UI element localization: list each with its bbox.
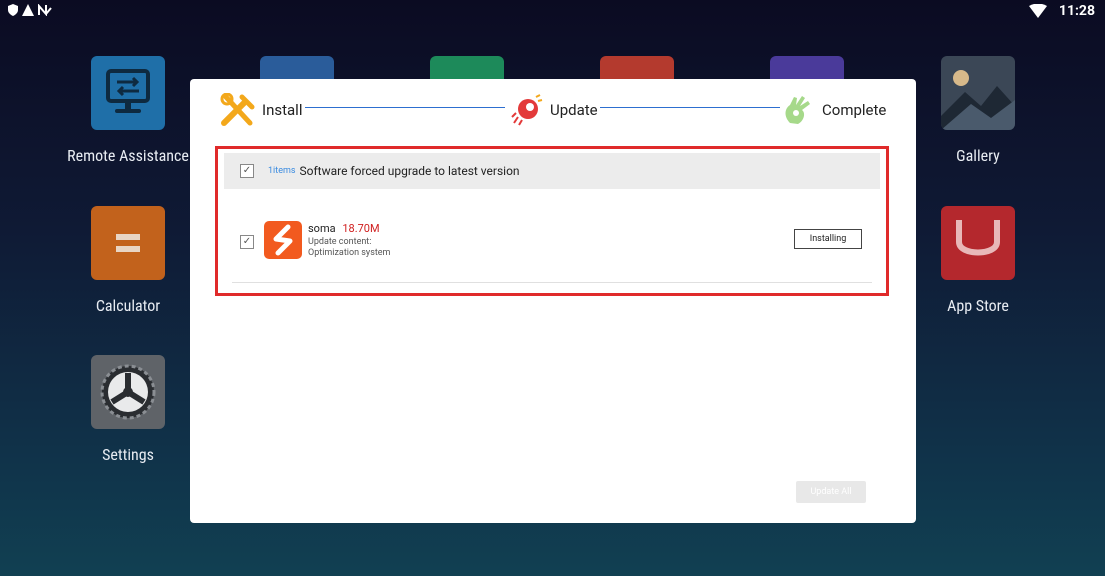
list-item: ✓ soma 18.70M Update content: Optimizati… xyxy=(224,221,880,261)
calculator-icon xyxy=(91,206,165,280)
check-icon: ✓ xyxy=(242,165,252,176)
step-update: Update xyxy=(510,93,598,127)
step-complete: Complete xyxy=(782,93,886,127)
app-app-store[interactable]: App Store xyxy=(908,206,1048,315)
rocket-icon xyxy=(511,94,543,126)
step-install: Install xyxy=(220,93,302,127)
app-store-icon xyxy=(941,206,1015,280)
select-all-checkbox[interactable]: ✓ xyxy=(240,164,254,178)
ok-hand-icon xyxy=(785,96,810,124)
step-connector xyxy=(305,107,505,108)
check-icon: ✓ xyxy=(242,236,252,247)
hidden-app-icon xyxy=(600,56,674,80)
item-checkbox[interactable]: ✓ xyxy=(240,235,254,249)
progress-stepper: Install Update Complete xyxy=(190,79,916,139)
installing-button[interactable]: Installing xyxy=(794,229,862,249)
divider xyxy=(232,282,872,283)
hidden-app-icon xyxy=(770,56,844,80)
app-label: Calculator xyxy=(95,296,161,315)
soma-app-icon xyxy=(264,221,302,259)
clock: 11:28 xyxy=(1058,3,1095,19)
update-content-text: Optimization system xyxy=(308,248,391,258)
list-header: ✓ 1items Software forced upgrade to late… xyxy=(224,153,880,189)
app-label: App Store xyxy=(947,296,1009,315)
update-list-highlight: ✓ 1items Software forced upgrade to late… xyxy=(215,146,889,296)
app-calculator[interactable]: Calculator xyxy=(58,206,198,315)
remote-desktop-icon xyxy=(91,56,165,130)
step-label: Complete xyxy=(822,101,887,119)
notification-icons xyxy=(8,4,52,16)
app-gallery[interactable]: Gallery xyxy=(908,56,1048,165)
app-size: 18.70M xyxy=(342,222,380,235)
app-remote-assistance[interactable]: Remote Assistance xyxy=(58,56,198,165)
app-name: soma xyxy=(308,222,336,235)
step-label: Install xyxy=(262,101,303,119)
app-name-line: soma 18.70M xyxy=(308,222,380,235)
wifi-icon xyxy=(1028,4,1047,18)
network-n-icon xyxy=(38,4,52,16)
app-label: Gallery xyxy=(956,146,1000,165)
step-label: Update xyxy=(550,101,598,119)
update-all-button[interactable]: Update All xyxy=(796,481,866,503)
list-header-text: Software forced upgrade to latest versio… xyxy=(299,164,520,178)
shield-icon xyxy=(8,4,18,16)
hidden-app-icon xyxy=(260,56,334,80)
gallery-icon xyxy=(941,56,1015,130)
hidden-app-icon xyxy=(430,56,504,80)
app-label: Remote Assistance xyxy=(67,146,189,165)
tools-icon xyxy=(220,93,255,126)
settings-gear-icon xyxy=(91,355,165,429)
app-label: Settings xyxy=(102,445,154,464)
app-settings[interactable]: Settings xyxy=(58,355,198,464)
update-content-label: Update content: xyxy=(308,237,372,247)
update-dialog: Install Update Complete ✓ 1items Softwar… xyxy=(190,79,916,523)
warning-icon xyxy=(22,4,34,16)
item-count: 1items xyxy=(268,166,296,176)
status-bar: 11:28 xyxy=(0,0,1105,26)
step-connector xyxy=(600,107,780,108)
